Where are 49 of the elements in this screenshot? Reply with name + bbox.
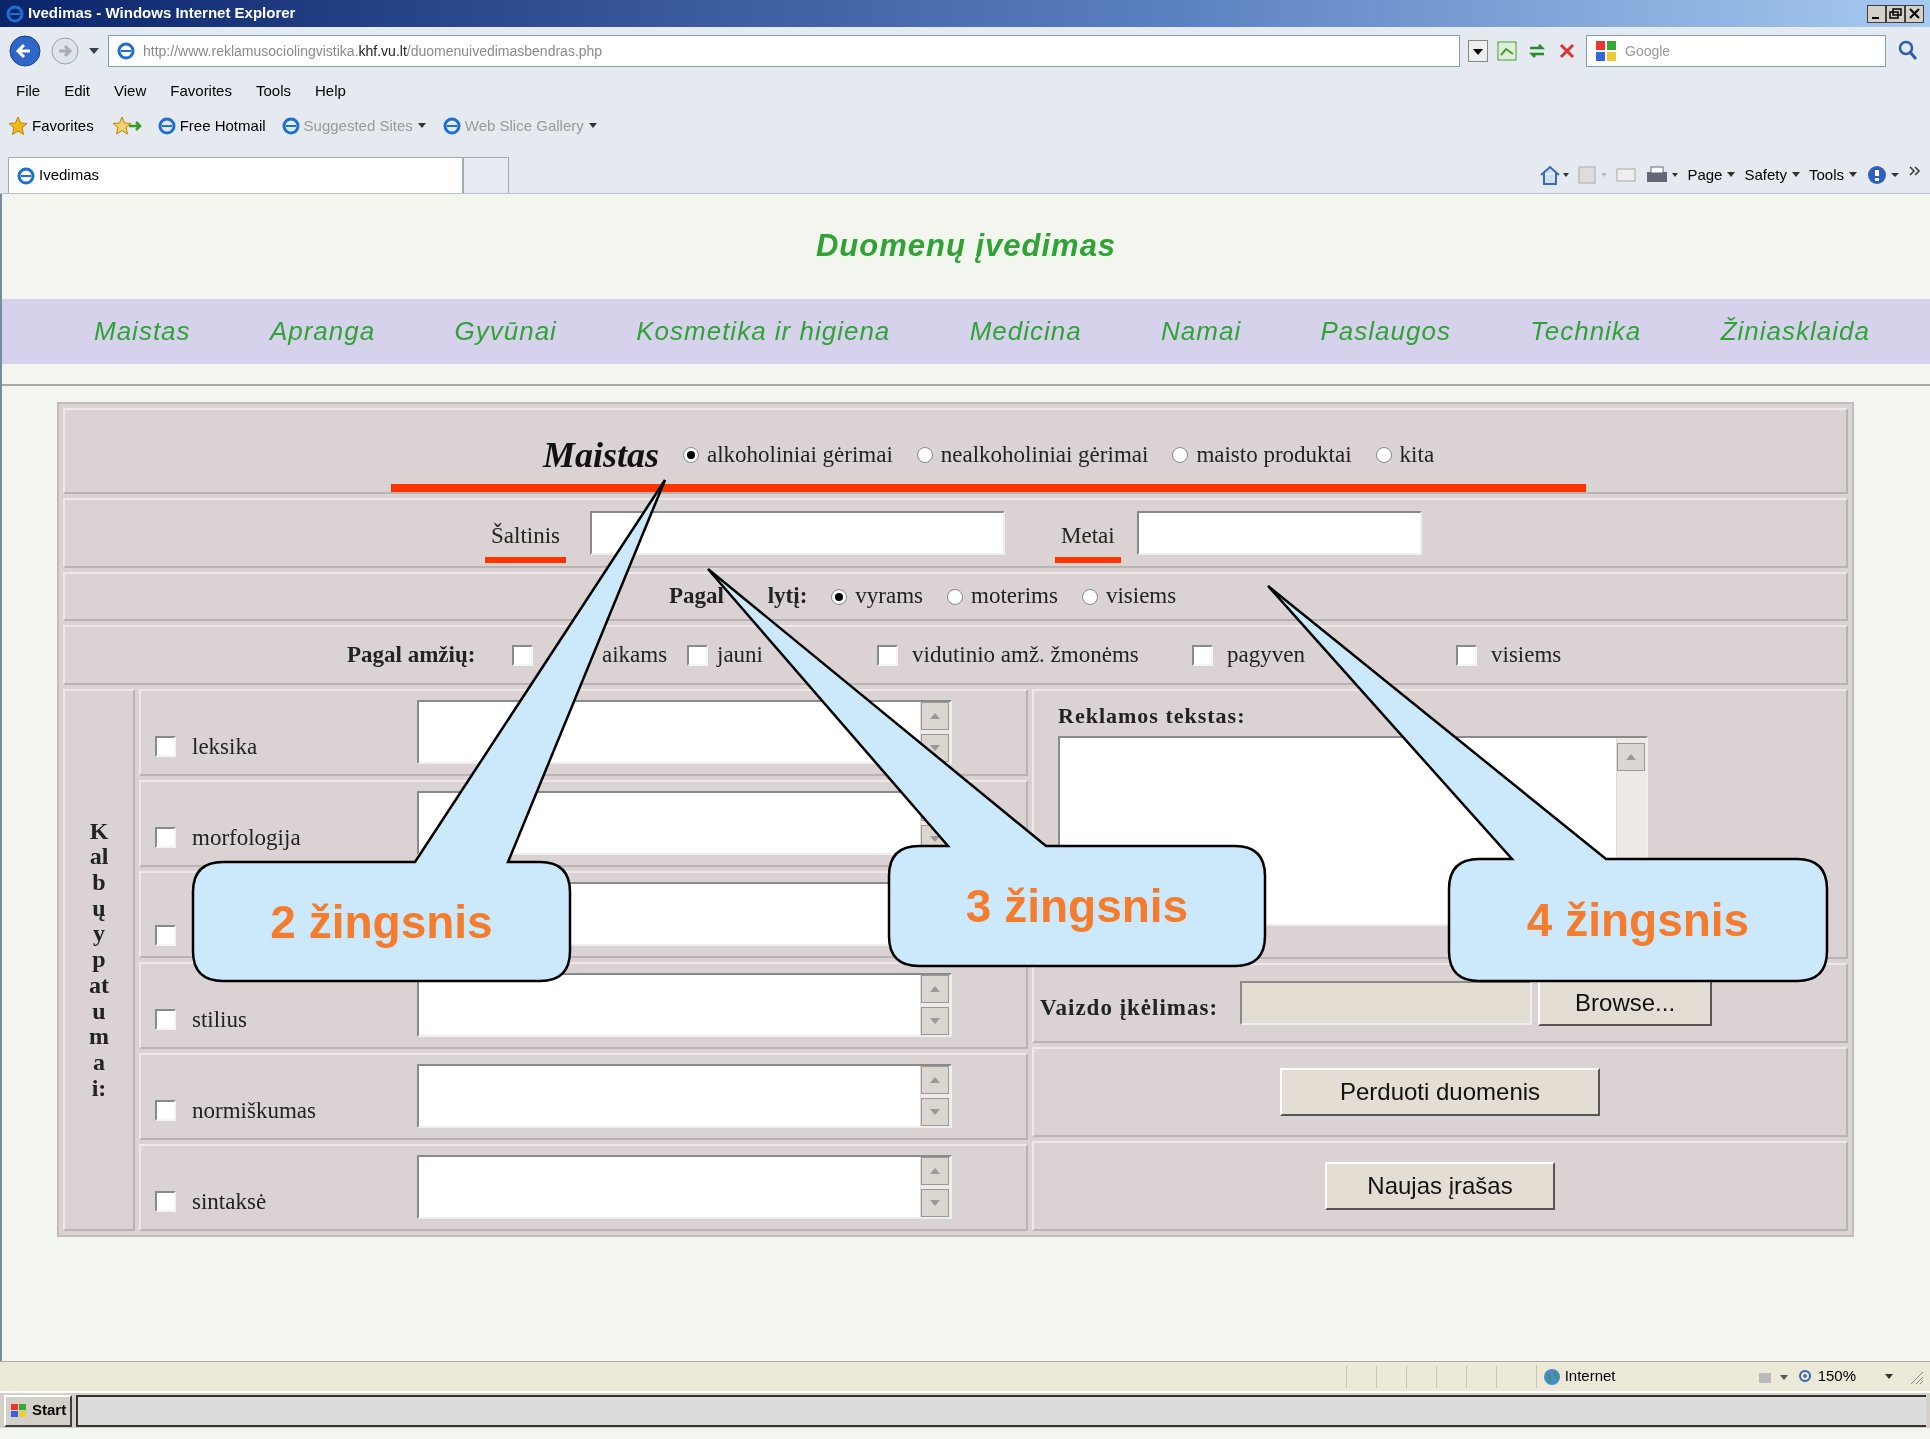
menu-item[interactable]: Help	[303, 79, 358, 103]
ad-text-label: Reklamos tekstas:	[1058, 702, 1247, 730]
form-button[interactable]: Perduoti duomenis	[1279, 1068, 1601, 1116]
option-label: aikams	[602, 640, 668, 669]
source-label: Šaltinis	[485, 518, 566, 564]
gender-label: Pagal lytį:	[669, 582, 808, 611]
menu-item[interactable]: View	[102, 79, 159, 103]
browser-tab[interactable]: Ivedimas	[8, 157, 463, 193]
option-label: kita	[1399, 440, 1435, 469]
age-label: Pagal amžių:	[347, 640, 477, 669]
option-label: vyrams	[855, 582, 923, 611]
browse-button[interactable]: Browse...	[1538, 980, 1713, 1026]
zoom-button[interactable]: 150%	[1797, 1365, 1894, 1388]
window-title: Ivedimas - Windows Internet Explorer	[28, 3, 296, 24]
features-label: Kalbų ypatumai:	[88, 818, 110, 1102]
menu-item[interactable]: Favorites	[158, 79, 244, 103]
callout-label: 4 žingsnis	[1526, 894, 1750, 946]
option-label: maisto produktai	[1196, 440, 1352, 469]
option-label: visiems	[1491, 640, 1562, 669]
page-heading: Duomenų įvedimas	[815, 227, 1117, 266]
option-label: pagyven	[1227, 640, 1305, 669]
option-label: morfologija	[192, 823, 301, 852]
favorites-button[interactable]: Favorites	[32, 114, 94, 138]
option-label: alkoholiniai gėrimai	[706, 440, 893, 469]
favorites-link[interactable]: Free Hotmail	[157, 114, 266, 138]
callout-label: 2 žingsnis	[270, 895, 493, 948]
upload-label: Vaizdo įkėlimas:	[1040, 993, 1219, 1022]
menu-item[interactable]: Tools	[243, 79, 303, 103]
option-label: sintaksė	[192, 1187, 267, 1216]
option-label: stilius	[192, 1005, 247, 1034]
toolbar-menu[interactable]: Page	[1687, 163, 1737, 187]
address-field[interactable]: http://www.reklamusociolingvistika.khf.vu.lt/duomenuivedimasbendras.php	[108, 35, 1460, 67]
option-label: nealkoholiniai gėrimai	[940, 440, 1149, 469]
callout-label: 3 žingsnis	[965, 880, 1189, 932]
option-label: jauni	[717, 640, 763, 669]
menu-item[interactable]: Edit	[52, 79, 103, 103]
toolbar-menu[interactable]: Tools	[1808, 163, 1858, 187]
start-button[interactable]: Start	[4, 1394, 73, 1427]
option-label: leksika	[192, 732, 258, 761]
option-label: visiems	[1105, 582, 1177, 611]
zone-label: Internet	[1564, 1366, 1616, 1387]
menu-item[interactable]: File	[4, 79, 53, 103]
option-label: vidutinio amž. žmonėms	[912, 640, 1139, 669]
year-label: Metai	[1055, 518, 1121, 564]
option-label: normiškumas	[192, 1096, 316, 1125]
form-button[interactable]: Naujas įrašas	[1325, 1162, 1555, 1210]
category-title: Maistas	[542, 434, 659, 477]
option-label: moterims	[971, 582, 1058, 611]
toolbar-menu[interactable]: Safety	[1744, 163, 1801, 187]
